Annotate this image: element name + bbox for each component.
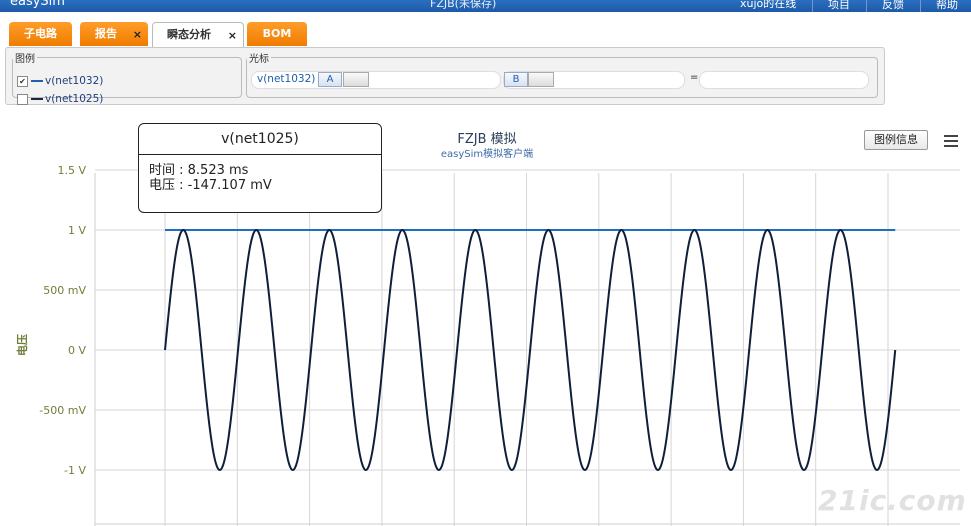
checkbox-checked-icon[interactable]: ✔ bbox=[17, 75, 28, 87]
close-icon[interactable]: × bbox=[228, 24, 237, 48]
legend-panel-title: 图例 bbox=[15, 54, 35, 65]
series-swatch bbox=[31, 98, 43, 100]
equals-sign: = bbox=[690, 72, 699, 83]
app-header: easySim FZJB(未保存) xujo的在线 项目 反馈 帮助 bbox=[0, 0, 971, 12]
tooltip-voltage: 电压 : -147.107 mV bbox=[149, 178, 272, 193]
legend-item-net1025[interactable]: v(net1025) bbox=[17, 93, 103, 107]
cursor-a-button[interactable]: A bbox=[318, 72, 342, 87]
feedback-button[interactable]: 反馈 bbox=[866, 0, 919, 12]
tab-subcircuit[interactable]: 子电路 bbox=[9, 22, 72, 46]
legend-info-button[interactable]: 图例信息 bbox=[864, 130, 928, 150]
tab-bom[interactable]: BOM bbox=[247, 22, 307, 46]
cursor-b-stepper[interactable] bbox=[528, 72, 554, 87]
close-icon[interactable]: × bbox=[133, 23, 142, 47]
legend-panel: 图例 ✔ v(net1032) v(net1025) bbox=[12, 50, 242, 105]
y-tick-label: -1 V bbox=[64, 464, 86, 477]
tab-report[interactable]: 报告 × bbox=[80, 22, 148, 46]
app-logo: easySim bbox=[10, 0, 65, 9]
y-axis-label: 电压 bbox=[15, 334, 29, 356]
tab-subcircuit-label: 子电路 bbox=[24, 27, 57, 40]
y-tick-label: 500 mV bbox=[43, 284, 86, 297]
legend-item-label: v(net1025) bbox=[45, 93, 104, 105]
cursor-b-button[interactable]: B bbox=[504, 72, 528, 87]
tab-report-label: 报告 bbox=[95, 27, 117, 40]
project-title: FZJB(未保存) bbox=[430, 0, 497, 10]
cursor-a-stepper[interactable] bbox=[343, 72, 369, 87]
cursor-panel-title: 光标 bbox=[249, 54, 269, 65]
data-tooltip: v(net1025) 时间 : 8.523 ms 电压 : -147.107 m… bbox=[138, 123, 382, 213]
tab-transient-analysis[interactable]: 瞬态分析 × bbox=[152, 22, 244, 48]
series-swatch bbox=[31, 80, 43, 82]
tab-transient-label: 瞬态分析 bbox=[167, 28, 211, 41]
cursor-signal-label[interactable]: v(net1032) bbox=[257, 71, 315, 87]
hamburger-menu-icon[interactable] bbox=[944, 135, 958, 147]
cursor-panel: 光标 v(net1032) A B = bbox=[246, 50, 878, 98]
user-label[interactable]: xujo的在线 bbox=[740, 0, 796, 11]
analysis-control-panel: 图例 ✔ v(net1032) v(net1025) 光标 v(net1032) … bbox=[5, 47, 885, 105]
checkbox-unchecked-icon[interactable] bbox=[17, 93, 28, 105]
y-tick-label: 1 V bbox=[68, 224, 86, 237]
project-button[interactable]: 项目 bbox=[812, 0, 865, 12]
tooltip-time: 时间 : 8.523 ms bbox=[149, 163, 249, 178]
chart-subtitle: easySim模拟客户端 bbox=[441, 147, 533, 160]
watermark-logo: 21ic.com bbox=[818, 484, 967, 517]
y-tick-label: 1.5 V bbox=[57, 164, 86, 177]
help-button[interactable]: 帮助 bbox=[920, 0, 971, 12]
legend-item-label: v(net1032) bbox=[45, 75, 104, 87]
tooltip-title: v(net1025) bbox=[139, 124, 381, 155]
cursor-delta-field bbox=[699, 71, 869, 89]
tab-bom-label: BOM bbox=[262, 27, 292, 40]
y-tick-label: -500 mV bbox=[39, 404, 86, 417]
chart-title: FZJB 模拟 bbox=[457, 132, 516, 147]
series-line-v(net1025) bbox=[164, 228, 897, 472]
y-tick-label: 0 V bbox=[68, 344, 86, 357]
legend-item-net1032[interactable]: ✔ v(net1032) bbox=[17, 75, 103, 89]
